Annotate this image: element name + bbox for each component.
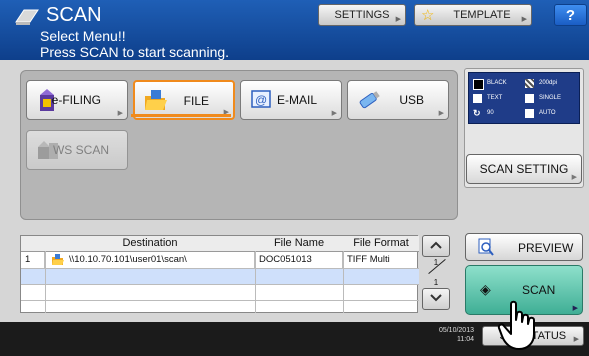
setting-rotation: 90 (487, 110, 494, 116)
row-divider (21, 300, 419, 301)
corner-arrow-icon: ▶ (331, 110, 337, 117)
row-file-format: TIFF Multi (347, 254, 390, 265)
template-button-label: TEMPLATE (453, 9, 511, 21)
row-number: 1 (21, 252, 45, 268)
table-header-destination: Destination (45, 236, 256, 252)
wsscan-button-label: WS SCAN (52, 143, 109, 157)
star-icon: ☆ (421, 7, 435, 24)
single-sided-icon (525, 94, 534, 103)
efiling-button[interactable]: e-FILING ▶ (26, 80, 128, 120)
column-divider (343, 251, 344, 313)
table-header-num (21, 236, 46, 252)
table-header-file-name: File Name (255, 236, 344, 252)
row-file-name: DOC051013 (255, 252, 343, 268)
column-divider (45, 251, 46, 313)
corner-arrow-icon: ▶ (572, 305, 578, 312)
file-selected-indicator (131, 114, 231, 117)
svg-text:@: @ (255, 93, 267, 107)
page-total: 1 (433, 278, 439, 287)
email-button[interactable]: @ E-MAIL ▶ (240, 80, 342, 120)
corner-arrow-icon: ▶ (521, 16, 527, 23)
row-divider (21, 284, 419, 285)
row-divider (21, 268, 419, 269)
column-divider (255, 251, 256, 313)
setting-size: AUTO (539, 110, 556, 116)
status-time: 11:04 (457, 336, 474, 343)
page-title: SCAN (46, 4, 102, 26)
setting-sides: SINGLE (539, 95, 562, 101)
table-header-file-format: File Format (343, 236, 419, 252)
usb-button[interactable]: USB ▶ (347, 80, 449, 120)
preview-button-label: PREVIEW (518, 241, 574, 255)
setting-mode: TEXT (487, 95, 503, 101)
destination-table: Destination File Name File Format 1 \\10… (20, 235, 419, 313)
email-icon: @ (249, 87, 275, 113)
chevron-down-icon (429, 290, 443, 308)
auto-size-icon (525, 109, 534, 118)
table-row-empty-selected[interactable] (21, 268, 419, 284)
scan-setting-button[interactable]: SCAN SETTING ▶ (466, 154, 582, 184)
file-button-label: FILE (183, 94, 209, 108)
usb-button-label: USB (399, 93, 424, 107)
settings-button-label: SETTINGS (334, 9, 390, 21)
scan-icon (14, 6, 40, 26)
corner-arrow-icon: ▶ (117, 110, 123, 117)
efiling-button-label: e-FILING (51, 93, 101, 107)
text-mode-icon (473, 94, 482, 103)
email-button-label: E-MAIL (276, 93, 317, 107)
wsscan-button[interactable]: WS SCAN (26, 130, 128, 170)
hand-pointer-icon (497, 300, 541, 351)
rotate-icon: ↻ (473, 108, 481, 118)
setting-resolution: 200dpi (539, 80, 558, 86)
corner-arrow-icon: ▶ (573, 336, 579, 343)
status-date: 05/10/2013 (438, 327, 474, 334)
message-line-1: Select Menu!! (40, 28, 126, 44)
resolution-icon (525, 79, 534, 88)
scan-setting-button-label: SCAN SETTING (479, 162, 569, 176)
chevron-up-icon (429, 237, 443, 255)
template-button[interactable]: ☆ TEMPLATE ▶ (414, 4, 532, 26)
scroll-down-button[interactable] (422, 288, 450, 310)
help-button[interactable]: ? (554, 4, 587, 26)
corner-arrow-icon: ▶ (571, 174, 577, 181)
preview-icon (478, 238, 494, 259)
corner-arrow-icon: ▶ (438, 110, 444, 117)
preview-button[interactable]: PREVIEW (465, 233, 583, 261)
message-line-2: Press SCAN to start scanning. (40, 44, 230, 60)
settings-summary: BLACK 200dpi TEXT SINGLE ↻ 90 AUTO (468, 72, 580, 124)
folder-icon (51, 253, 65, 267)
corner-arrow-icon: ▶ (395, 16, 401, 23)
usb-icon (356, 87, 382, 113)
row-destination: \\10.10.70.101\user01\scan\ (45, 252, 255, 268)
scroll-up-button[interactable] (422, 235, 450, 257)
start-diamond-icon: ◈ (480, 281, 491, 297)
scan-button-label: SCAN (522, 283, 556, 297)
setting-color: BLACK (487, 80, 507, 86)
folder-icon (143, 88, 169, 114)
settings-button[interactable]: SETTINGS ▶ (318, 4, 406, 26)
black-color-icon (473, 79, 484, 90)
